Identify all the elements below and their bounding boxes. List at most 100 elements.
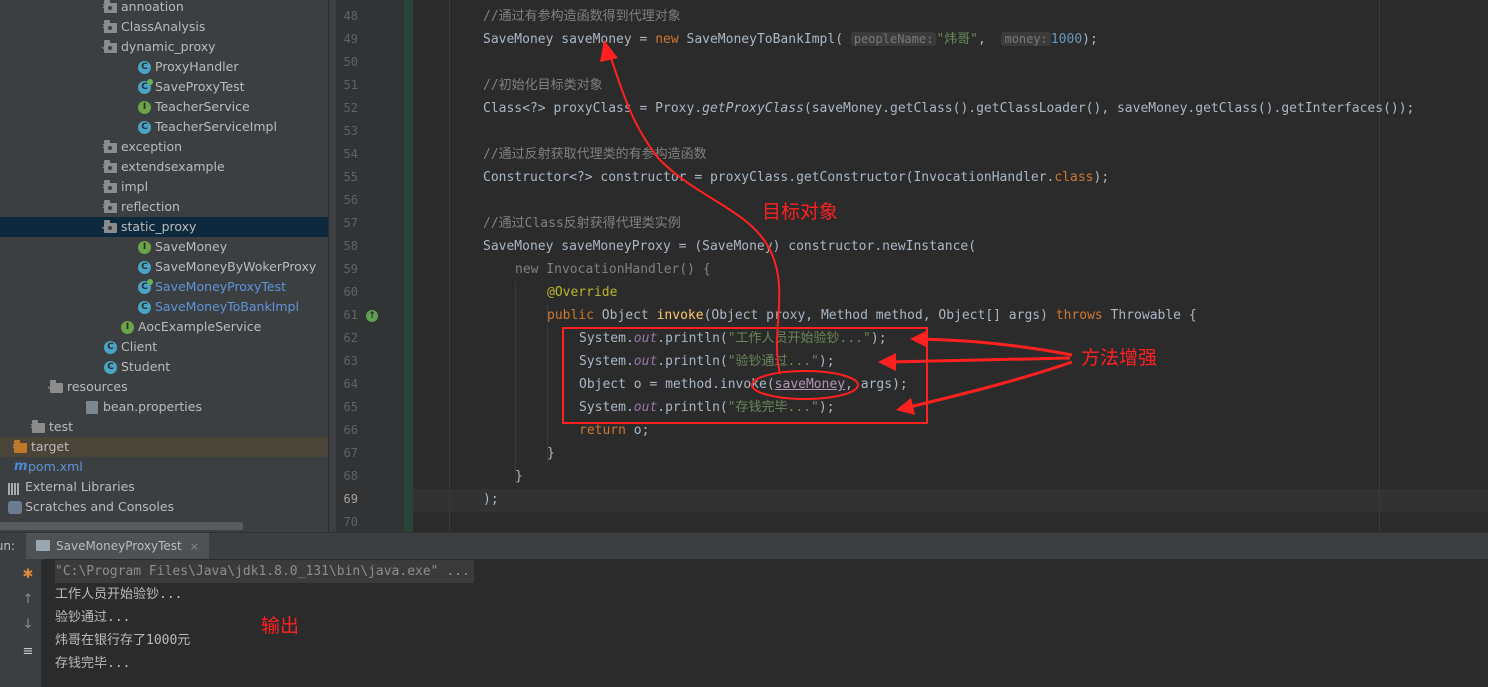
param-hint: money: — [1001, 32, 1051, 46]
code-line-67: } — [547, 446, 555, 461]
package-icon — [104, 0, 117, 13]
class-icon: C — [138, 261, 151, 274]
tree-item-bean-properties[interactable]: bean.properties — [0, 397, 328, 417]
run-tab-savemoneyproxytest[interactable]: SaveMoneyProxyTest × — [26, 533, 209, 560]
tree-item-resources[interactable]: ⌄resources — [0, 377, 328, 397]
test-class-icon: C — [138, 279, 153, 294]
tree-item-proxyhandler[interactable]: C ProxyHandler — [0, 57, 328, 77]
override-gutter-icon[interactable]: ↑ — [366, 310, 378, 322]
line-number: 61 — [343, 308, 358, 322]
tree-item-client[interactable]: C Client — [0, 337, 328, 357]
tree-item-exception[interactable]: ›exception — [0, 137, 328, 157]
tree-item-extendsexample[interactable]: ›extendsexample — [0, 157, 328, 177]
line-number: 55 — [343, 170, 358, 184]
tree-item-saveproxytest[interactable]: C SaveProxyTest — [0, 77, 328, 97]
panel-splitter[interactable] — [328, 0, 336, 532]
tree-item-annoation[interactable]: ›annoation — [0, 0, 328, 17]
tree-item-label: exception — [121, 139, 183, 154]
code-line-68: } — [515, 469, 523, 484]
tree-horizontal-scrollbar[interactable] — [0, 522, 243, 530]
tree-item-label: resources — [67, 379, 128, 394]
run-tab-label: SaveMoneyProxyTest — [56, 539, 182, 553]
line-number: 63 — [343, 354, 358, 368]
interface-icon: I — [121, 321, 134, 334]
code-line-69: ); — [483, 492, 499, 507]
class-icon: C — [138, 301, 151, 314]
close-icon[interactable]: × — [190, 540, 199, 553]
tree-item-static-proxy[interactable]: ⌄static_proxy — [0, 217, 328, 237]
current-line-highlight — [413, 489, 1488, 512]
tree-item-savemoney[interactable]: I SaveMoney — [0, 237, 328, 257]
package-icon — [104, 200, 117, 213]
tree-item-dynamic-proxy[interactable]: ⌄dynamic_proxy — [0, 37, 328, 57]
annotation-target-object: 目标对象 — [762, 201, 839, 223]
code-line-63: System.out.println("验钞通过..."); — [579, 354, 835, 369]
tree-item-label: Client — [121, 339, 158, 354]
line-number: 54 — [343, 147, 358, 161]
package-icon — [104, 160, 117, 173]
tree-item-savemoneytobankimpl[interactable]: C SaveMoneyToBankImpl — [0, 297, 328, 317]
code-editor[interactable]: //通过有参构造函数得到代理对象 SaveMoney saveMoney = n… — [413, 0, 1488, 532]
editor-gutter: ↑ 48 49 50 51 52 53 54 55 56 57 58 59 60 61 62 63 64 65 66… — [336, 0, 417, 532]
tree-item-test[interactable]: ›test — [0, 417, 328, 437]
scroll-up-icon[interactable]: ↑ — [20, 592, 36, 608]
tree-item-label: annoation — [121, 0, 184, 14]
line-number: 58 — [343, 239, 358, 253]
class-icon: C — [104, 361, 117, 374]
tree-item-impl[interactable]: ›impl — [0, 177, 328, 197]
code-line-62: System.out.println("工作人员开始验钞..."); — [579, 331, 887, 346]
code-line-61: public Object invoke(Object proxy, Metho… — [547, 308, 1197, 323]
folder-icon — [14, 440, 27, 453]
tree-item-aocexampleservice[interactable]: I AocExampleService — [0, 317, 328, 337]
run-label: Run: — [0, 539, 16, 553]
maven-icon: m — [14, 459, 28, 474]
code-line-66: return o; — [579, 423, 650, 438]
tree-item-student[interactable]: C Student — [0, 357, 328, 377]
code-line-57: //通过Class反射获得代理类实例 — [483, 216, 681, 231]
tree-item-teacherserviceimpl[interactable]: C TeacherServiceImpl — [0, 117, 328, 137]
tree-item-savemoneyproxytest[interactable]: C SaveMoneyProxyTest — [0, 277, 328, 297]
line-number: 70 — [343, 515, 358, 529]
folder-icon — [32, 420, 45, 433]
scroll-down-icon[interactable]: ↓ — [20, 617, 36, 633]
tree-item-pom-xml[interactable]: m pom.xml — [0, 457, 328, 477]
line-number: 52 — [343, 101, 358, 115]
line-number: 60 — [343, 285, 358, 299]
vcs-change-bar — [404, 0, 413, 532]
tree-item-label: reflection — [121, 199, 180, 214]
tree-item-reflection[interactable]: ›reflection — [0, 197, 328, 217]
line-number: 56 — [343, 193, 358, 207]
tree-item-label: SaveProxyTest — [155, 79, 245, 94]
tree-item-external-libraries[interactable]: External Libraries — [0, 477, 328, 497]
tree-item-teacherservice[interactable]: I TeacherService — [0, 97, 328, 117]
tree-item-label: ProxyHandler — [155, 59, 239, 74]
line-number: 51 — [343, 78, 358, 92]
soft-wrap-icon[interactable]: ≡ — [20, 644, 36, 660]
interface-icon: I — [138, 101, 151, 114]
console-output-line: 验钞通过... — [55, 610, 131, 625]
line-number: 57 — [343, 216, 358, 230]
line-number: 65 — [343, 400, 358, 414]
tree-item-label: impl — [121, 179, 149, 194]
tree-item-label: SaveMoneyToBankImpl — [155, 299, 299, 314]
tree-item-classanalysis[interactable]: ›ClassAnalysis — [0, 17, 328, 37]
scratch-icon — [8, 501, 22, 514]
package-icon — [104, 40, 117, 53]
console-output-line: 工作人员开始验钞... — [55, 587, 183, 602]
tree-item-label: extendsexample — [121, 159, 225, 174]
tree-item-label: TeacherServiceImpl — [155, 119, 277, 134]
tree-item-target[interactable]: ›target — [0, 437, 328, 457]
tree-item-savemoneybywokerproxy[interactable]: C SaveMoneyByWokerProxy — [0, 257, 328, 277]
debug-bug-icon[interactable]: ✱ — [20, 567, 36, 583]
tree-item-label: static_proxy — [121, 219, 197, 234]
library-icon — [8, 481, 22, 495]
code-line-49: SaveMoney saveMoney = new SaveMoneyToBan… — [483, 32, 1098, 47]
tree-item-label: TeacherService — [155, 99, 250, 114]
tree-item-label: test — [49, 419, 74, 434]
console-output[interactable]: "C:\Program Files\Java\jdk1.8.0_131\bin\… — [43, 559, 1488, 687]
test-class-icon: C — [138, 79, 153, 94]
run-toolbar: ✱ ↑ ↓ ≡ — [12, 559, 42, 687]
console-output-line: 炜哥在银行存了1000元 — [55, 633, 191, 648]
tree-item-scratches-and-consoles[interactable]: Scratches and Consoles — [0, 497, 328, 517]
folder-icon — [50, 380, 63, 393]
